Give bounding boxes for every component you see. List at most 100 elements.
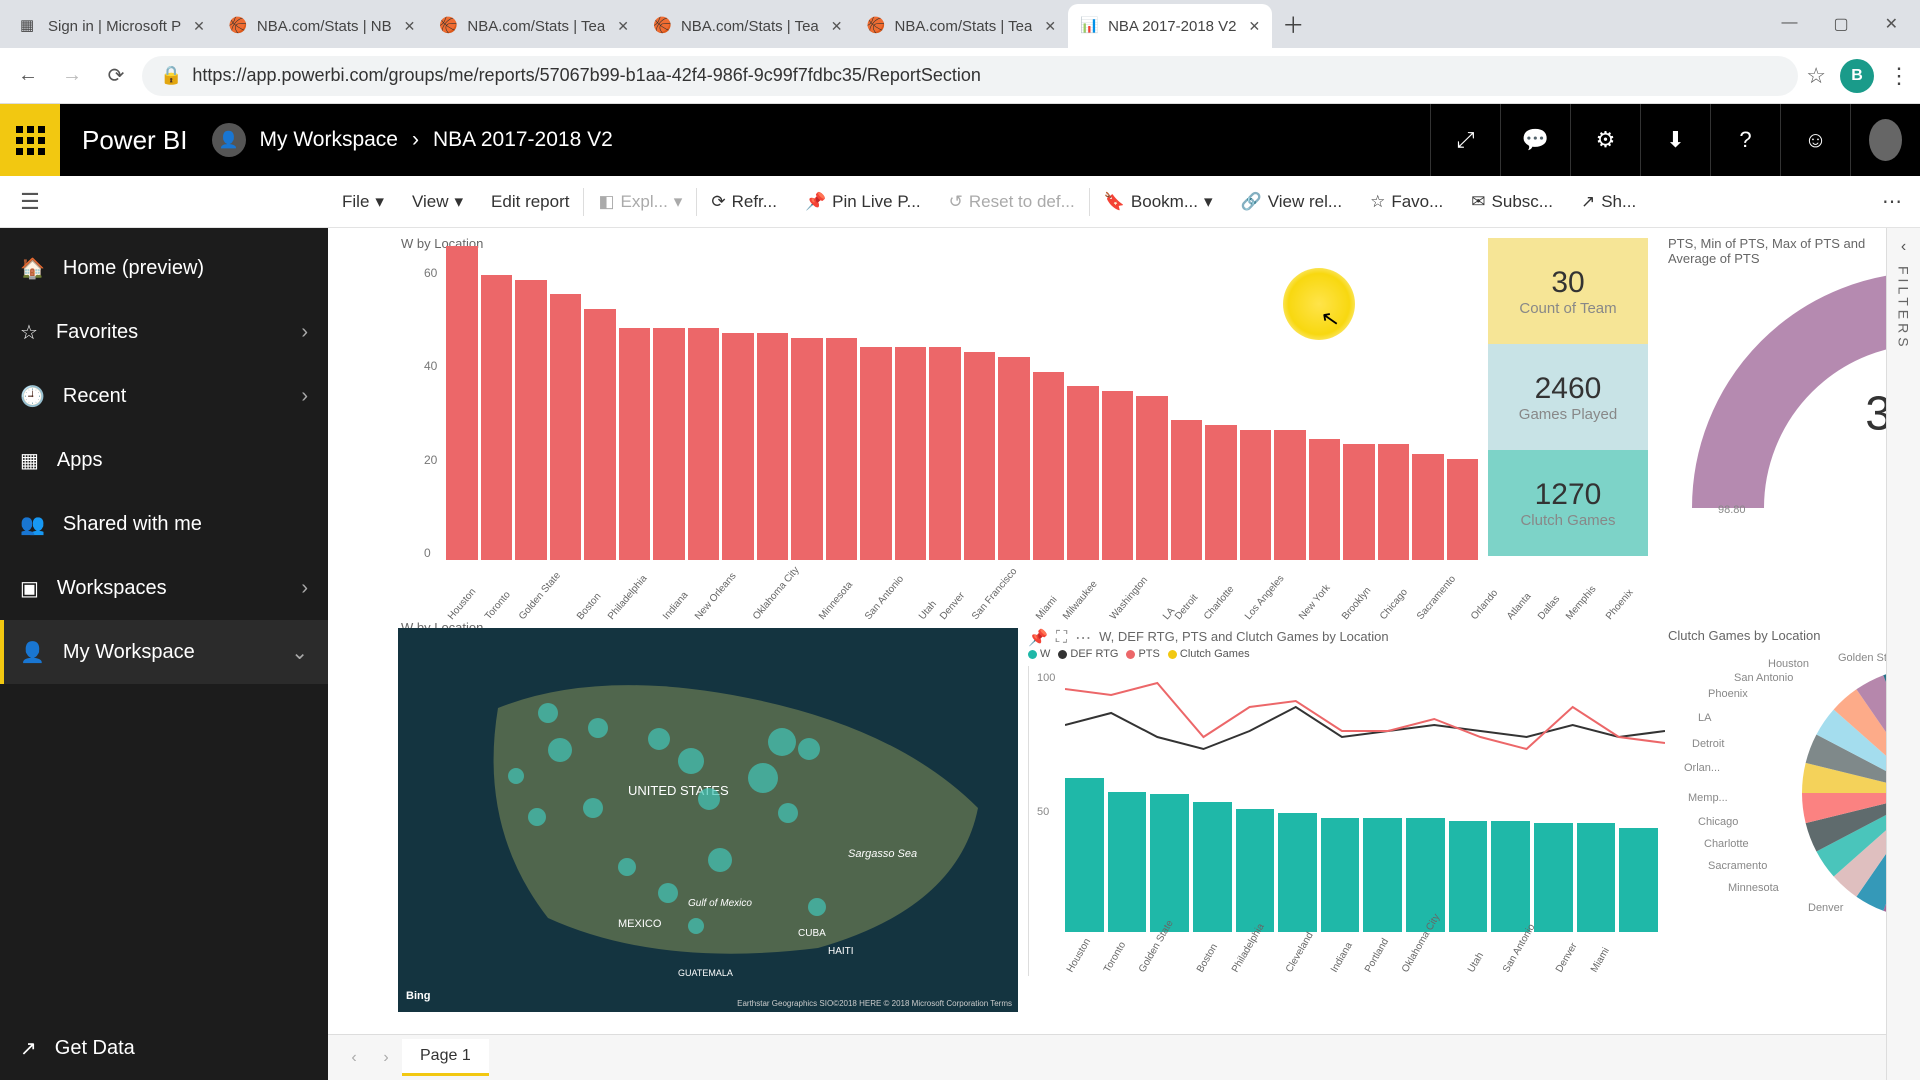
close-icon[interactable]: ✕ xyxy=(193,18,205,35)
breadcrumb-report[interactable]: NBA 2017-2018 V2 xyxy=(433,128,613,152)
map-label-cuba: CUBA xyxy=(798,928,826,939)
close-icon[interactable]: ✕ xyxy=(1044,18,1056,35)
help-button[interactable]: ? xyxy=(1710,104,1780,176)
close-icon[interactable]: ✕ xyxy=(617,18,629,35)
forward-button[interactable]: → xyxy=(54,58,90,94)
url-bar[interactable]: 🔒 https://app.powerbi.com/groups/me/repo… xyxy=(142,56,1798,96)
breadcrumb-sep: › xyxy=(412,128,419,152)
sidebar-item-recent[interactable]: 🕘Recent› xyxy=(0,364,328,428)
kpi-card[interactable]: 1270Clutch Games xyxy=(1488,450,1648,556)
view-menu[interactable]: View ▾ xyxy=(398,192,477,212)
filters-pane-collapsed[interactable]: ‹ FILTERS xyxy=(1886,228,1920,1080)
sidebar-item-favorites[interactable]: ☆Favorites› xyxy=(0,300,328,364)
close-icon[interactable]: ✕ xyxy=(1249,18,1261,35)
sidebar-get-data[interactable]: ↗Get Data xyxy=(0,1016,328,1080)
nba-icon: 🏀 xyxy=(653,16,673,36)
feedback-button[interactable]: ☺ xyxy=(1780,104,1850,176)
subscribe-button[interactable]: ✉Subsc... xyxy=(1457,192,1567,212)
pie-chart-visual[interactable]: Clutch Games by Location MiamiBrooklynDa… xyxy=(1668,628,1886,1012)
chevron-right-icon: › xyxy=(301,321,308,344)
explore-button: ◧Expl... ▾ xyxy=(584,192,696,212)
kpi-card[interactable]: 30Count of Team xyxy=(1488,238,1648,344)
close-icon[interactable]: ✕ xyxy=(831,18,843,35)
gauge-value: 3.19K xyxy=(1865,387,1886,442)
minimize-icon[interactable]: — xyxy=(1781,14,1797,34)
nav-toggle-button[interactable]: ☰ xyxy=(0,189,60,215)
pbi-icon: 📊 xyxy=(1080,16,1100,36)
workspaces-icon: ▣ xyxy=(20,576,39,601)
breadcrumb-workspace[interactable]: My Workspace xyxy=(260,128,398,152)
chevron-right-icon: › xyxy=(301,577,308,600)
sidebar-item-apps[interactable]: ▦Apps xyxy=(0,428,328,492)
download-button[interactable]: ⬇ xyxy=(1640,104,1710,176)
report-canvas[interactable]: W by Location 0204060 HoustonTorontoGold… xyxy=(328,228,1886,1034)
workspace-avatar-icon: 👤 xyxy=(212,123,246,157)
gauge-visual[interactable]: 3.19K 98.80 113.50 106.34 xyxy=(1668,238,1886,558)
prev-page-button[interactable]: ‹ xyxy=(338,1049,370,1067)
page-tab-active[interactable]: Page 1 xyxy=(402,1039,489,1076)
star-icon[interactable]: ☆ xyxy=(1806,63,1826,89)
close-window-icon[interactable]: ✕ xyxy=(1885,14,1898,34)
kpi-card[interactable]: 2460Games Played xyxy=(1488,344,1648,450)
bookmark-icon: 🔖 xyxy=(1104,192,1125,212)
profile-avatar[interactable]: B xyxy=(1840,59,1874,93)
clock-icon: 🕘 xyxy=(20,384,45,409)
settings-button[interactable]: ⚙ xyxy=(1570,104,1640,176)
breadcrumb: 👤 My Workspace › NBA 2017-2018 V2 xyxy=(212,123,613,157)
pin-icon[interactable]: 📌 xyxy=(1028,628,1048,648)
report-toolbar: ☰ File ▾ View ▾ Edit report ◧Expl... ▾ ⟳… xyxy=(0,176,1920,228)
nav-sidebar: 🏠Home (preview) ☆Favorites› 🕘Recent› ▦Ap… xyxy=(0,228,328,1080)
reset-icon: ↺ xyxy=(949,192,963,212)
next-page-button[interactable]: › xyxy=(370,1049,402,1067)
combo-chart-visual[interactable]: 📌 ⛶ ⋯ W, DEF RTG, PTS and Clutch Games b… xyxy=(1028,628,1658,1012)
browser-tab[interactable]: ▦Sign in | Microsoft P✕ xyxy=(8,4,217,48)
browser-menu-icon[interactable]: ⋮ xyxy=(1888,63,1910,89)
view-related-button[interactable]: 🔗View rel... xyxy=(1227,192,1357,212)
related-icon: 🔗 xyxy=(1241,192,1262,212)
edit-report-button[interactable]: Edit report xyxy=(477,192,583,212)
home-icon: 🏠 xyxy=(20,256,45,281)
close-icon[interactable]: ✕ xyxy=(404,18,416,35)
map-visual[interactable]: UNITED STATES Sargasso Sea MEXICO Gulf o… xyxy=(398,628,1018,1012)
chevron-down-icon: ▾ xyxy=(455,192,464,212)
bookmark-button[interactable]: 🔖Bookm... ▾ xyxy=(1090,192,1227,212)
browser-tab-active[interactable]: 📊NBA 2017-2018 V2✕ xyxy=(1068,4,1272,48)
more-options-button[interactable]: ⋯ xyxy=(1864,189,1920,214)
favorite-button[interactable]: ☆Favo... xyxy=(1356,192,1457,212)
map-credit: Bing xyxy=(406,990,430,1002)
nba-icon: 🏀 xyxy=(229,16,249,36)
maximize-icon[interactable]: ▢ xyxy=(1833,14,1848,34)
sidebar-item-workspaces[interactable]: ▣Workspaces› xyxy=(0,556,328,620)
pie-title: Clutch Games by Location xyxy=(1668,628,1886,643)
pin-button[interactable]: 📌Pin Live P... xyxy=(791,192,935,212)
app-launcher-button[interactable] xyxy=(0,104,60,176)
chevron-down-icon: ▾ xyxy=(674,192,683,212)
tab-strip: ▦Sign in | Microsoft P✕ 🏀NBA.com/Stats |… xyxy=(0,0,1920,48)
apps-icon: ▦ xyxy=(20,448,39,473)
chevron-left-icon[interactable]: ‹ xyxy=(1901,238,1906,256)
browser-tab[interactable]: 🏀NBA.com/Stats | Tea✕ xyxy=(855,4,1069,48)
browser-tab[interactable]: 🏀NBA.com/Stats | Tea✕ xyxy=(427,4,641,48)
mail-icon: ✉ xyxy=(1471,192,1485,212)
browser-tab[interactable]: 🏀NBA.com/Stats | Tea✕ xyxy=(641,4,855,48)
map-attribution: Earthstar Geographics SIO©2018 HERE © 20… xyxy=(737,999,1012,1008)
sidebar-item-shared[interactable]: 👥Shared with me xyxy=(0,492,328,556)
more-icon[interactable]: ⋯ xyxy=(1075,628,1091,648)
refresh-button[interactable]: ⟳Refr... xyxy=(697,192,791,212)
file-menu[interactable]: File ▾ xyxy=(328,192,398,212)
user-avatar[interactable] xyxy=(1850,104,1920,176)
chat-button[interactable]: 💬 xyxy=(1500,104,1570,176)
focus-icon[interactable]: ⛶ xyxy=(1056,629,1067,647)
fullscreen-button[interactable]: ⤢ xyxy=(1430,104,1500,176)
brand-label: Power BI xyxy=(82,125,188,156)
kpi-cards: 30Count of Team2460Games Played1270Clutc… xyxy=(1488,238,1648,556)
sidebar-item-myworkspace[interactable]: 👤My Workspace⌄ xyxy=(0,620,328,684)
sidebar-item-home[interactable]: 🏠Home (preview) xyxy=(0,236,328,300)
browser-tab[interactable]: 🏀NBA.com/Stats | NB✕ xyxy=(217,4,428,48)
share-button[interactable]: ↗Sh... xyxy=(1567,192,1650,212)
back-button[interactable]: ← xyxy=(10,58,46,94)
reload-button[interactable]: ⟳ xyxy=(98,58,134,94)
filters-label: FILTERS xyxy=(1896,266,1912,351)
new-tab-button[interactable]: ＋ xyxy=(1282,8,1304,40)
lock-icon: 🔒 xyxy=(160,65,182,86)
